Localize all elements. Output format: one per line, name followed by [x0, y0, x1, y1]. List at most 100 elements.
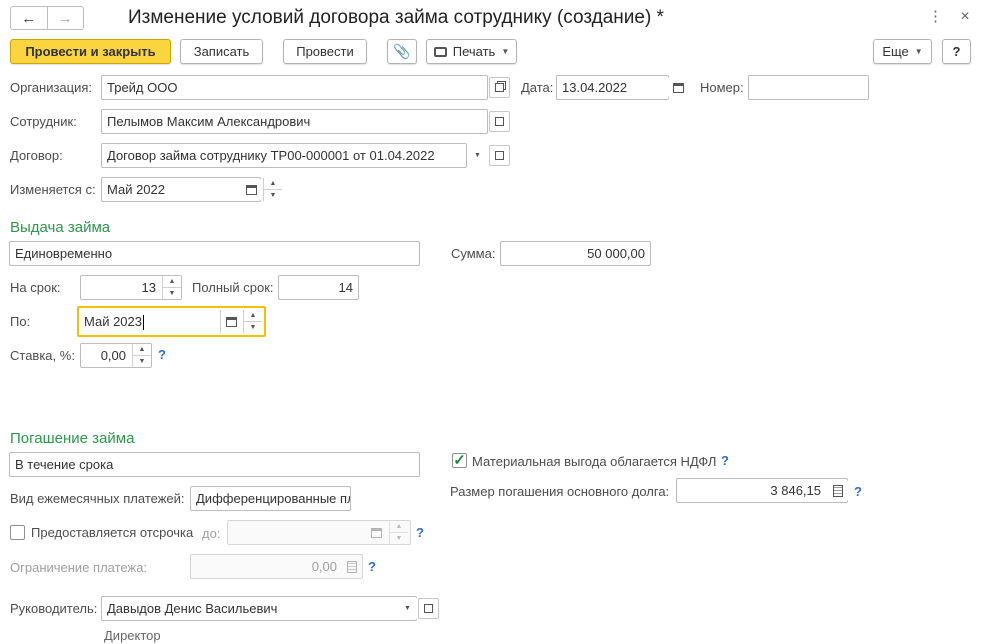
- deferral-calendar-button: [366, 522, 387, 543]
- rate-stepper[interactable]: ▲ ▼: [132, 344, 151, 367]
- changed-from-field[interactable]: Май 2022: [101, 177, 261, 202]
- calendar-icon: [246, 184, 257, 195]
- limit-help-icon[interactable]: ?: [368, 559, 376, 574]
- repay-section-title: Погашение займа: [10, 430, 135, 447]
- calendar-icon: [371, 527, 382, 538]
- payments-field[interactable]: Дифференцированные пла: [190, 486, 351, 511]
- stepper-up-icon[interactable]: ▲: [163, 276, 181, 288]
- until-value: Май 2023: [84, 314, 142, 329]
- org-open-button[interactable]: [489, 77, 510, 98]
- chevron-down-icon: ▼: [501, 47, 510, 56]
- benefit-checkbox[interactable]: ✓: [452, 453, 467, 468]
- contract-dropdown-button[interactable]: ▼: [467, 145, 488, 166]
- rate-label: Ставка, %:: [10, 348, 75, 363]
- limit-label: Ограничение платежа:: [10, 560, 148, 575]
- date-field[interactable]: 13.04.2022: [556, 75, 669, 100]
- number-field[interactable]: [748, 75, 869, 100]
- stepper-down-icon[interactable]: ▼: [163, 288, 181, 300]
- org-field[interactable]: Трейд ООО: [101, 75, 488, 100]
- deferral-help-icon[interactable]: ?: [416, 525, 424, 540]
- print-button[interactable]: Печать ▼: [426, 39, 517, 64]
- contract-field[interactable]: Договор займа сотруднику ТР00-000001 от …: [101, 143, 467, 168]
- stepper-up-icon[interactable]: ▲: [133, 344, 151, 356]
- principal-help-icon[interactable]: ?: [854, 484, 862, 499]
- employee-open-button[interactable]: [489, 111, 510, 132]
- sum-field[interactable]: 50 000,00: [500, 241, 651, 266]
- repay-method-field[interactable]: В течение срока: [9, 452, 420, 477]
- limit-field: 0,00: [190, 554, 363, 579]
- stepper-up-icon[interactable]: ▲: [264, 178, 282, 190]
- head-field[interactable]: Давыдов Денис Васильевич: [101, 596, 417, 621]
- deferral-label[interactable]: Предоставляется отсрочка: [31, 525, 193, 541]
- print-button-label: Печать: [452, 44, 496, 59]
- until-calendar-button[interactable]: [221, 311, 242, 332]
- save-button[interactable]: Записать: [180, 39, 263, 64]
- issue-section-title: Выдача займа: [10, 219, 111, 236]
- stepper-down-icon: ▼: [395, 534, 403, 542]
- arrow-right-icon: →: [57, 9, 73, 27]
- employee-field[interactable]: Пелымов Максим Александрович: [101, 109, 488, 134]
- forward-button[interactable]: →: [48, 7, 84, 29]
- org-label: Организация:: [10, 80, 93, 95]
- contract-open-button[interactable]: [489, 145, 510, 166]
- attach-button[interactable]: 📎: [387, 39, 417, 64]
- limit-value: 0,00: [311, 559, 337, 574]
- principal-value: 3 846,15: [770, 483, 821, 498]
- term-label: На срок:: [10, 280, 61, 295]
- contract-label: Договор:: [10, 148, 63, 163]
- principal-calc-button[interactable]: [827, 480, 848, 501]
- full-term-field: 14: [278, 275, 359, 300]
- paperclip-icon: 📎: [393, 43, 411, 59]
- deferral-to-label: до:: [202, 526, 221, 541]
- issue-method-field[interactable]: Единовременно: [9, 241, 420, 266]
- principal-field[interactable]: 3 846,15: [676, 478, 848, 503]
- calendar-icon: [673, 82, 684, 93]
- rate-help-icon[interactable]: ?: [158, 347, 166, 362]
- stepper-down-icon[interactable]: ▼: [244, 322, 262, 334]
- close-icon[interactable]: ×: [957, 8, 973, 26]
- calendar-icon: [226, 316, 237, 327]
- post-button[interactable]: Провести: [283, 39, 367, 64]
- chevron-down-icon: ▼: [404, 605, 411, 612]
- date-label: Дата:: [521, 80, 554, 95]
- open-icon: [495, 117, 504, 126]
- help-button[interactable]: ?: [942, 39, 971, 64]
- stepper-down-icon[interactable]: ▼: [133, 356, 151, 368]
- deferral-stepper: ▲ ▼: [389, 521, 408, 544]
- benefit-label[interactable]: Материальная выгода облагается НДФЛ: [472, 454, 716, 470]
- number-label: Номер:: [700, 80, 744, 95]
- back-button[interactable]: ←: [11, 7, 48, 29]
- full-term-label: Полный срок:: [192, 280, 274, 295]
- open-icon: [495, 83, 504, 92]
- calculator-icon: [832, 484, 843, 497]
- head-dropdown-button[interactable]: ▼: [397, 598, 418, 619]
- until-stepper[interactable]: ▲ ▼: [243, 310, 262, 333]
- employee-label: Сотрудник:: [10, 114, 77, 129]
- head-position: Директор: [104, 628, 161, 643]
- changed-from-stepper[interactable]: ▲ ▼: [263, 178, 282, 201]
- changed-from-label: Изменяется с:: [10, 182, 96, 197]
- stepper-up-icon: ▲: [390, 521, 408, 533]
- post-and-close-button[interactable]: Провести и закрыть: [10, 39, 171, 64]
- stepper-down-icon[interactable]: ▼: [264, 190, 282, 202]
- nav-back-forward: ← →: [10, 6, 84, 30]
- head-label: Руководитель:: [10, 601, 98, 616]
- stepper-up-icon[interactable]: ▲: [244, 310, 262, 322]
- more-button-label: Еще: [882, 44, 909, 59]
- more-button[interactable]: Еще ▼: [873, 39, 932, 64]
- arrow-left-icon: ←: [21, 9, 37, 27]
- payments-label: Вид ежемесячных платежей:: [10, 491, 185, 506]
- chevron-down-icon: ▼: [474, 152, 481, 159]
- deferral-checkbox[interactable]: [10, 525, 25, 540]
- open-icon: [495, 151, 504, 160]
- more-actions-icon[interactable]: ⋮: [928, 8, 943, 26]
- term-value: 13: [141, 280, 156, 295]
- open-icon: [424, 604, 433, 613]
- head-open-button[interactable]: [418, 598, 439, 619]
- printer-icon: [433, 46, 447, 57]
- changed-from-calendar-button[interactable]: [241, 179, 262, 200]
- term-stepper[interactable]: ▲ ▼: [162, 276, 181, 299]
- date-calendar-button[interactable]: [668, 77, 689, 98]
- sum-label: Сумма:: [451, 246, 496, 261]
- benefit-help-icon[interactable]: ?: [721, 453, 729, 468]
